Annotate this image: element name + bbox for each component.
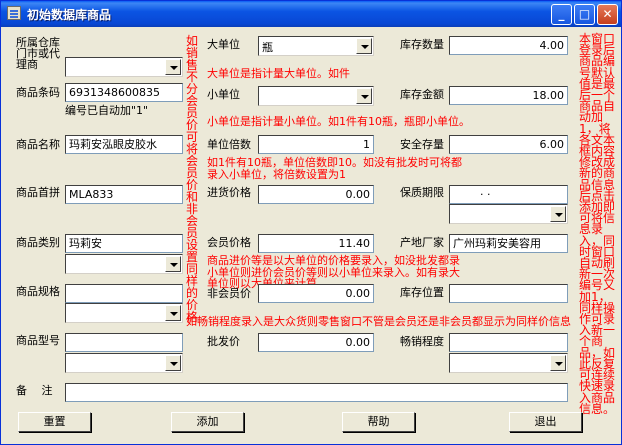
chevron-down-icon[interactable] — [165, 355, 181, 371]
name-label: 商品名称 — [16, 138, 60, 151]
wholesale-price-label: 批发价 — [207, 335, 240, 348]
shelf-life-select[interactable] — [449, 204, 568, 224]
member-price-vertical-note: 如销售不分会员价可将会员价和非会员设置同样的价格 — [186, 34, 199, 324]
exit-button[interactable]: 退出 — [509, 412, 582, 432]
stock-amount-label: 库存金额 — [400, 88, 444, 101]
non-member-price-label: 非会员价 — [207, 287, 251, 300]
big-unit-select[interactable]: 瓶 — [258, 36, 374, 56]
pinyin-field[interactable]: MLA833 — [65, 185, 183, 204]
chevron-down-icon[interactable] — [165, 256, 181, 272]
stock-location-label: 库存位置 — [400, 286, 444, 299]
big-unit-note: 大单位是指计量大单位。如件 — [207, 67, 350, 80]
chevron-down-icon[interactable] — [356, 88, 372, 104]
spec-field[interactable] — [65, 284, 183, 303]
small-unit-note: 小单位是指计量小单位。如1件有10瓶，瓶即小单位。 — [207, 115, 470, 128]
model-select[interactable] — [65, 353, 183, 373]
non-member-price-field[interactable]: 0.00 — [258, 284, 374, 303]
chevron-down-icon[interactable] — [550, 206, 566, 222]
chevron-down-icon[interactable] — [356, 38, 372, 54]
category-select[interactable] — [65, 254, 183, 274]
member-price-field[interactable]: 11.40 — [258, 234, 374, 253]
safety-stock-label: 安全存量 — [400, 138, 444, 151]
manufacturer-label: 产地厂家 — [400, 236, 444, 249]
app-icon — [7, 6, 21, 20]
big-unit-label: 大单位 — [207, 38, 240, 51]
sales-level-label: 畅销程度 — [400, 335, 444, 348]
small-unit-select[interactable] — [258, 86, 374, 106]
warehouse-select[interactable] — [65, 57, 183, 77]
instructions-note: 本窗口登录后商品编号默认值是最后一个商品自动加1，将各文本框内容修改成新的商品信… — [579, 32, 616, 416]
barcode-field[interactable]: 6931348600835 — [65, 83, 183, 102]
shelf-life-field[interactable]: · · — [449, 185, 568, 204]
multiple-note-2: 录入小单位，将倍数设置为1 — [207, 168, 346, 181]
minimize-button[interactable]: _ — [551, 4, 572, 25]
stock-qty-field[interactable]: 4.00 — [449, 36, 568, 55]
safety-stock-field[interactable]: 6.00 — [449, 135, 568, 154]
help-button[interactable]: 帮助 — [342, 412, 415, 432]
name-field[interactable]: 玛莉安泓眼皮胶水 — [65, 135, 183, 154]
sales-level-field[interactable] — [449, 333, 568, 352]
member-price-label: 会员价格 — [207, 236, 251, 249]
remark-field[interactable] — [65, 383, 568, 402]
spec-label: 商品规格 — [16, 285, 60, 298]
remark-label: 备 注 — [16, 384, 53, 397]
unit-multiple-field[interactable]: 1 — [258, 135, 374, 154]
stock-amount-field[interactable]: 18.00 — [449, 86, 568, 105]
unit-multiple-label: 单位倍数 — [207, 138, 251, 151]
chevron-down-icon[interactable] — [165, 305, 181, 321]
category-label: 商品类别 — [16, 236, 60, 249]
manufacturer-field[interactable]: 广州玛莉安美容用 — [449, 234, 568, 253]
shelf-life-label: 保质期限 — [400, 186, 444, 199]
stock-location-field[interactable] — [449, 284, 568, 303]
window-title: 初始数据库商品 — [27, 8, 112, 22]
close-button[interactable]: ✕ — [597, 4, 618, 25]
wholesale-price-field[interactable]: 0.00 — [258, 333, 374, 352]
add-button[interactable]: 添加 — [171, 412, 244, 432]
barcode-label: 商品条码 — [16, 86, 60, 99]
sales-level-note: 如畅销程度录入是大众货则零售窗口不管是会员还是非会员都显示为同样价信息 — [186, 315, 571, 328]
store-supplier-label-2: 理商 — [16, 58, 38, 71]
chevron-down-icon[interactable] — [165, 59, 181, 75]
spec-select[interactable] — [65, 303, 183, 323]
model-label: 商品型号 — [16, 334, 60, 347]
pinyin-label: 商品首拼 — [16, 186, 60, 199]
category-field[interactable]: 玛莉安 — [65, 234, 183, 253]
big-unit-value: 瓶 — [262, 41, 273, 54]
purchase-price-label: 进货价格 — [207, 186, 251, 199]
barcode-note: 编号已自动加"1" — [65, 104, 149, 117]
purchase-price-field[interactable]: 0.00 — [258, 185, 374, 204]
main-window: 初始数据库商品 _ □ ✕ 所属仓库 门市或代 理商 商品条码 69313486… — [0, 0, 622, 445]
maximize-button[interactable]: □ — [574, 4, 595, 25]
model-field[interactable] — [65, 333, 183, 352]
stock-qty-label: 库存数量 — [400, 38, 444, 51]
reset-button[interactable]: 重置 — [18, 412, 91, 432]
title-bar: 初始数据库商品 _ □ ✕ — [1, 1, 621, 27]
small-unit-label: 小单位 — [207, 88, 240, 101]
sales-level-select[interactable] — [449, 353, 568, 373]
chevron-down-icon[interactable] — [550, 355, 566, 371]
